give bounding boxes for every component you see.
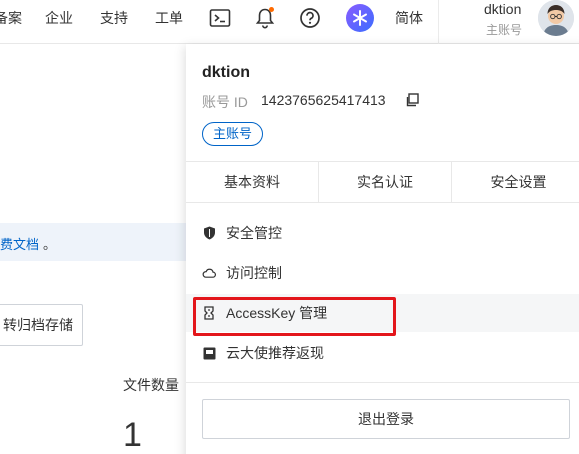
tab-basic-info[interactable]: 基本资料 [186,162,319,202]
menu-item-security-control[interactable]: 安全管控 [186,214,579,252]
account-dropdown: dktion 账号 ID 1423765625417413 主账号 基本资料 实… [186,44,579,454]
tab-security-settings[interactable]: 安全设置 [452,162,579,202]
notice-suffix: 。 [43,237,57,252]
nav-divider [438,0,439,44]
notification-dot [269,7,274,12]
dropdown-divider [186,382,579,383]
pricing-doc-link[interactable]: 费文档 [0,234,39,253]
gift-icon [202,346,216,360]
file-count-label: 文件数量 [123,377,179,393]
menu-item-label: 访问控制 [226,265,282,281]
nav-item-enterprise[interactable]: 企业 [45,0,73,36]
account-name: dktion [202,64,250,81]
nav-item-beian[interactable]: 备案 [0,0,22,36]
cloud-icon [202,266,216,280]
menu-item-label: 云大使推荐返现 [226,345,324,361]
logout-button[interactable]: 退出登录 [202,399,570,439]
account-id-value: 1423765625417413 [261,92,386,108]
account-tabs: 基本资料 实名认证 安全设置 [186,161,579,203]
file-count-value: 1 [123,416,142,454]
bell-icon[interactable] [253,6,277,30]
help-icon[interactable] [298,6,322,30]
menu-item-label: 安全管控 [226,225,282,241]
header-username[interactable]: dktion [484,1,521,17]
tab-real-name-auth[interactable]: 实名认证 [319,162,452,202]
account-id-label: 账号 ID [202,94,248,110]
nav-item-support[interactable]: 支持 [100,0,128,36]
header-account-type: 主账号 [486,23,523,37]
avatar[interactable] [538,0,574,36]
account-type-badge: 主账号 [202,122,264,146]
menu-item-access-control[interactable]: 访问控制 [186,254,579,292]
shield-icon [202,226,216,240]
menu-item-referral[interactable]: 云大使推荐返现 [186,334,579,372]
ai-assistant-icon[interactable] [346,4,374,32]
copy-icon[interactable] [405,93,419,107]
nav-item-ticket[interactable]: 工单 [155,0,183,36]
highlight-annotation [193,297,396,336]
archive-storage-button[interactable]: 转归档存储 [0,304,83,346]
language-switch[interactable]: 简体 [395,0,423,36]
terminal-icon[interactable] [208,6,232,30]
top-navigation-bar: 备案 企业 支持 工单 简体 dktion 主账号 [0,0,579,44]
